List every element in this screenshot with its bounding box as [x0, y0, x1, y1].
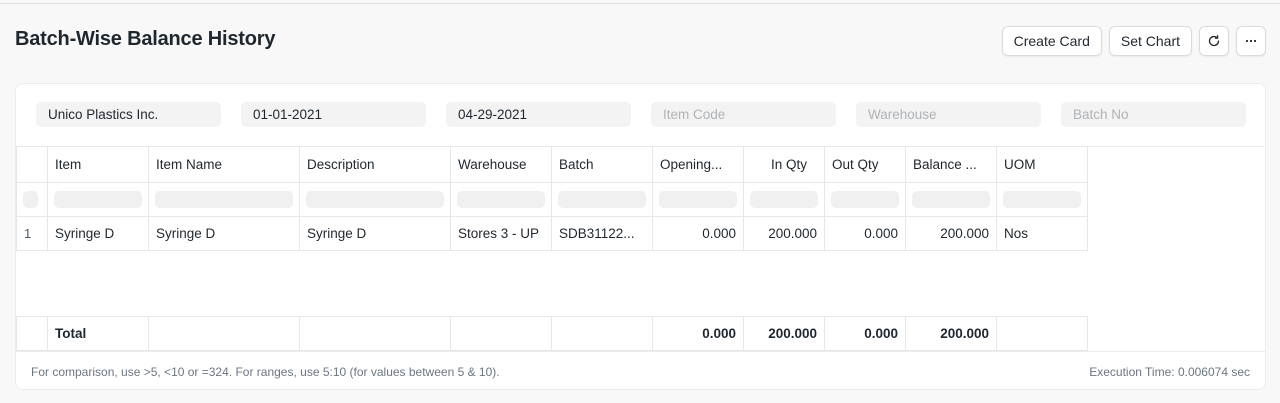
column-filter-input[interactable] — [54, 191, 142, 208]
cell-in-qty[interactable]: 200.000 — [743, 216, 825, 251]
cell-out-qty[interactable]: 0.000 — [824, 216, 906, 251]
cell-batch[interactable]: SDB31122... — [551, 216, 653, 251]
column-filter-input[interactable] — [306, 191, 444, 208]
create-card-button[interactable]: Create Card — [1001, 26, 1102, 56]
column-filter-input[interactable] — [659, 191, 737, 208]
page-actions: Create Card Set Chart — [1001, 26, 1266, 56]
refresh-icon — [1207, 34, 1221, 48]
column-filter-input[interactable] — [912, 191, 990, 208]
empty-space-row — [17, 251, 1088, 317]
column-header[interactable]: Description — [299, 146, 451, 183]
cell-item-name[interactable]: Syringe D — [148, 216, 300, 251]
index-filter-input[interactable] — [23, 191, 38, 208]
column-header[interactable]: Warehouse — [450, 146, 552, 183]
page-title: Batch-Wise Balance History — [15, 28, 276, 50]
item-code-filter[interactable]: Item Code — [651, 102, 836, 127]
filter-bar: Unico Plastics Inc. 01-01-2021 04-29-202… — [36, 102, 1246, 127]
total-balance: 200.000 — [905, 316, 997, 351]
cell-opening[interactable]: 0.000 — [652, 216, 744, 251]
total-out-qty: 0.000 — [824, 316, 906, 351]
cell-warehouse[interactable]: Stores 3 - UP — [450, 216, 552, 251]
report-card: Unico Plastics Inc. 01-01-2021 04-29-202… — [15, 83, 1266, 390]
refresh-button[interactable] — [1199, 26, 1229, 56]
report-table: Item Item Name Description Warehouse Bat… — [16, 146, 1088, 351]
column-header[interactable]: Item Name — [148, 146, 300, 183]
footer-divider — [16, 351, 1265, 352]
column-header[interactable]: Balance ... — [905, 146, 997, 183]
filter-hint: For comparison, use >5, <10 or =324. For… — [31, 365, 500, 379]
to-date-filter[interactable]: 04-29-2021 — [446, 102, 631, 127]
cell-description[interactable]: Syringe D — [299, 216, 451, 251]
column-filter-input[interactable] — [1003, 191, 1081, 208]
column-header[interactable]: Batch — [551, 146, 653, 183]
execution-time: Execution Time: 0.006074 sec — [1089, 365, 1250, 379]
company-filter[interactable]: Unico Plastics Inc. — [36, 102, 221, 127]
total-index-cell — [16, 316, 48, 351]
total-label: Total — [47, 316, 149, 351]
column-filter-input[interactable] — [457, 191, 545, 208]
column-header[interactable]: UOM — [996, 146, 1088, 183]
cell-balance[interactable]: 200.000 — [905, 216, 997, 251]
column-header[interactable]: In Qty — [743, 146, 825, 183]
more-icon — [1244, 34, 1258, 48]
from-date-filter[interactable]: 01-01-2021 — [241, 102, 426, 127]
cell-uom[interactable]: Nos — [996, 216, 1088, 251]
batch-no-filter[interactable]: Batch No — [1061, 102, 1246, 127]
set-chart-button[interactable]: Set Chart — [1108, 26, 1192, 56]
table-row[interactable]: 1 Syringe D Syringe D Syringe D Stores 3… — [16, 216, 1088, 251]
warehouse-filter[interactable]: Warehouse — [856, 102, 1041, 127]
column-header[interactable]: Item — [47, 146, 149, 183]
column-filter-input[interactable] — [750, 191, 818, 208]
cell-item[interactable]: Syringe D — [47, 216, 149, 251]
more-button[interactable] — [1236, 26, 1266, 56]
header-index — [16, 146, 48, 183]
header-row: Item Item Name Description Warehouse Bat… — [16, 146, 1088, 183]
column-filter-input[interactable] — [155, 191, 293, 208]
column-filter-input[interactable] — [831, 191, 899, 208]
total-row: Total 0.000 200.000 0.000 200.000 — [16, 316, 1088, 351]
top-divider — [0, 3, 1280, 4]
column-header[interactable]: Out Qty — [824, 146, 906, 183]
total-in-qty: 200.000 — [743, 316, 825, 351]
row-index: 1 — [16, 216, 48, 251]
column-header[interactable]: Opening... — [652, 146, 744, 183]
column-filter-input[interactable] — [558, 191, 646, 208]
total-opening: 0.000 — [652, 316, 744, 351]
column-filter-row — [16, 182, 1088, 217]
